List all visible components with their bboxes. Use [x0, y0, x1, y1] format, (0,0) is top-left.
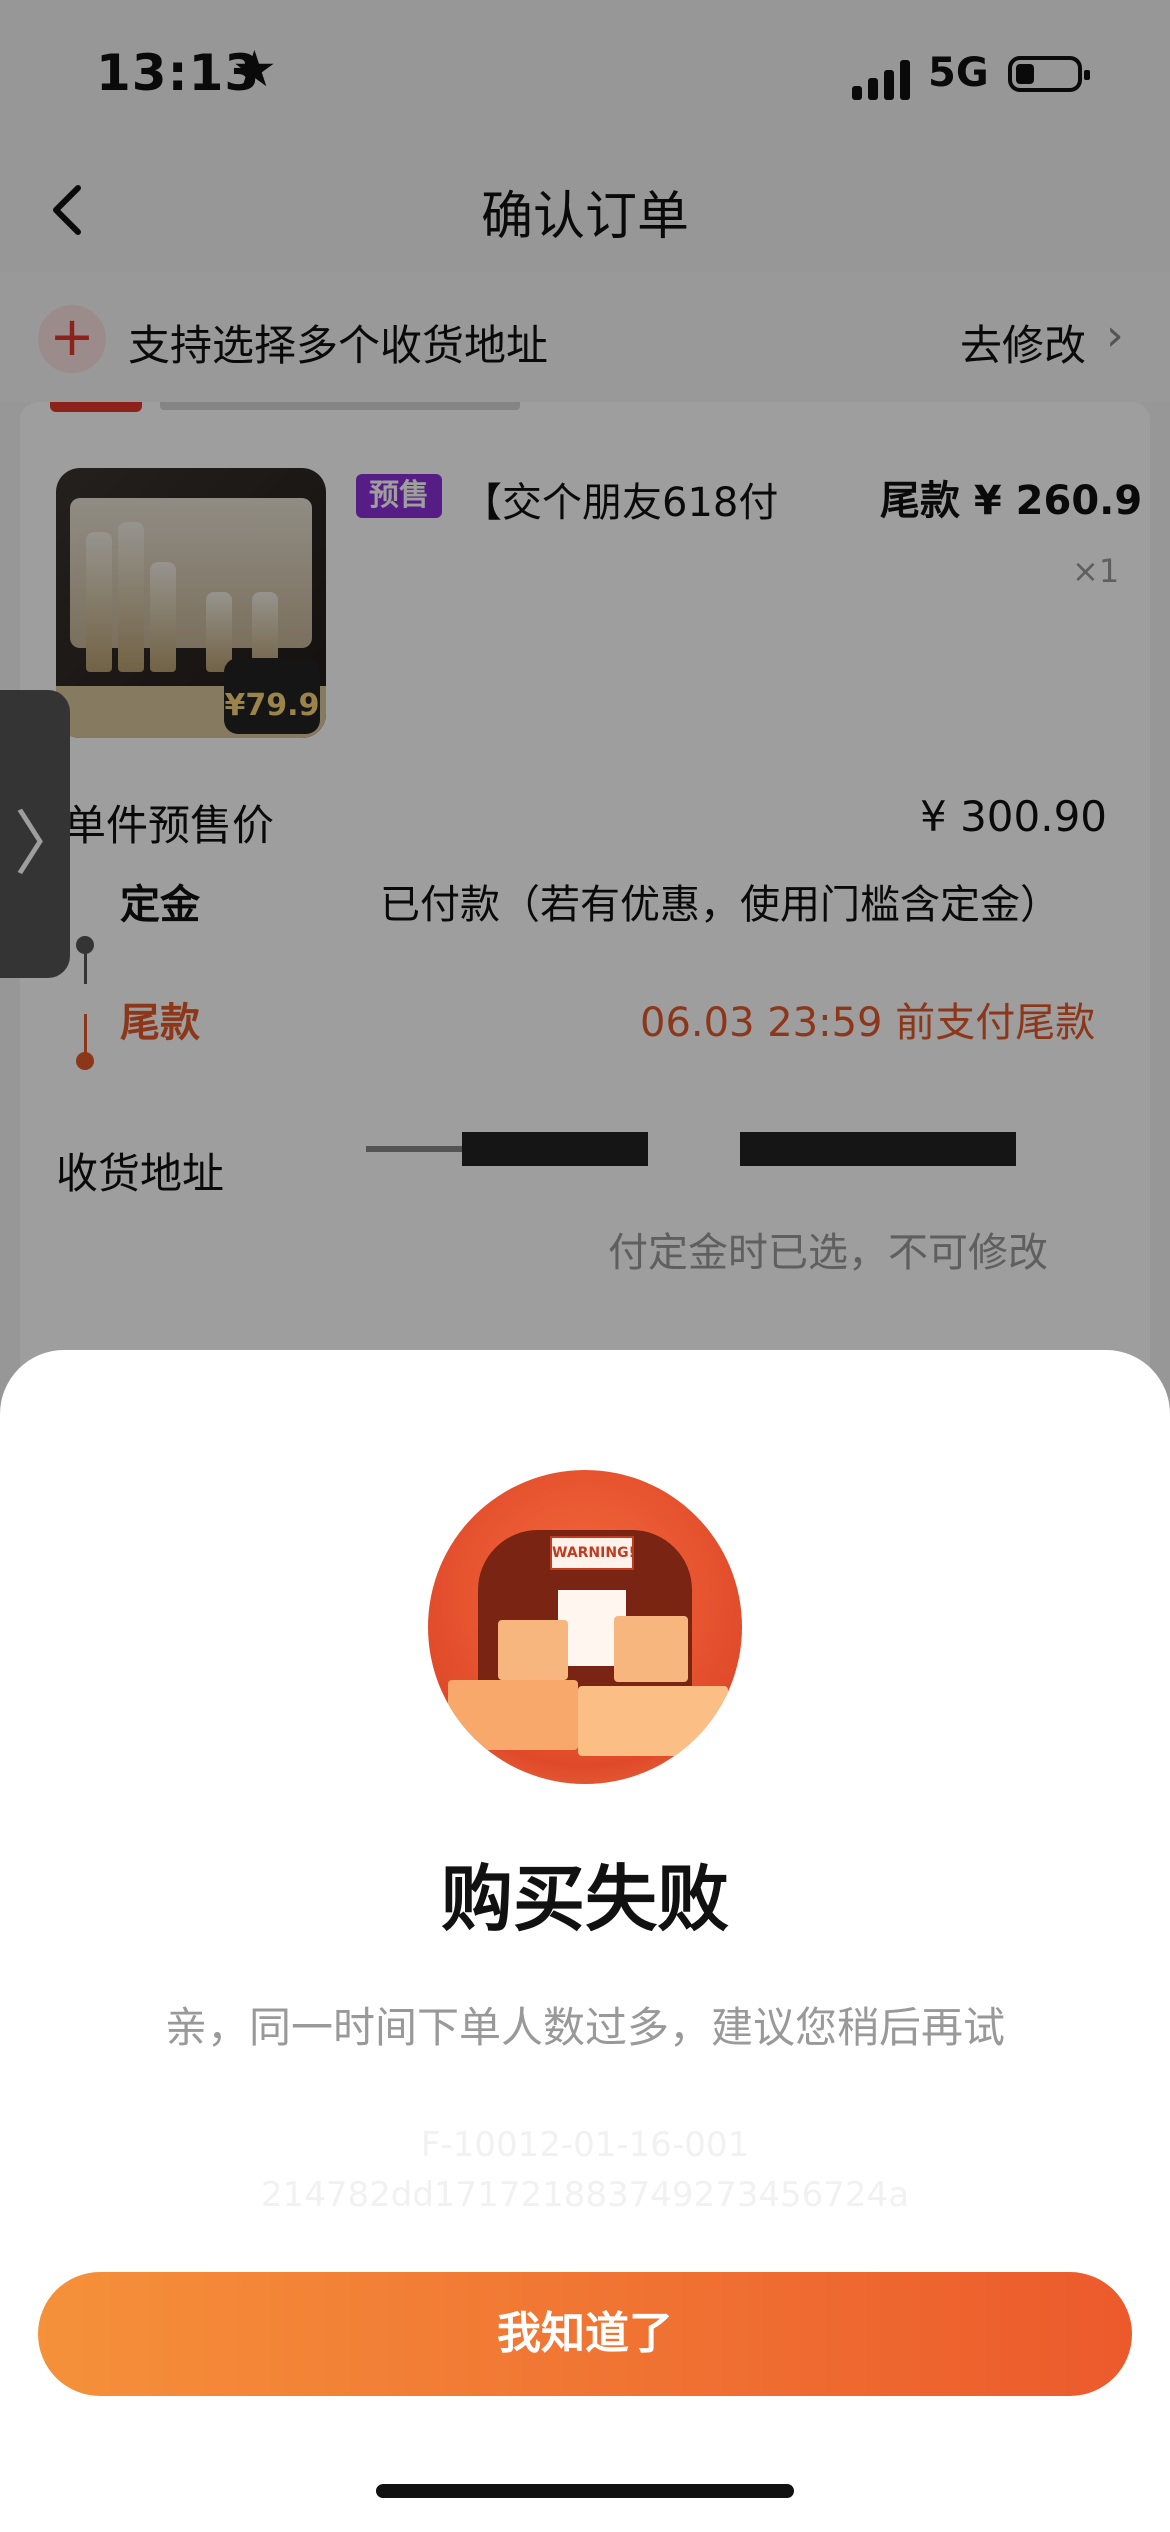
warning-truck-illustration: WARNING!	[428, 1470, 742, 1784]
acknowledge-button[interactable]: 我知道了	[38, 2272, 1132, 2396]
error-code-line1: F-10012-01-16-001	[420, 2125, 750, 2165]
warning-label: WARNING!	[550, 1536, 635, 1570]
dialog-title: 购买失败	[440, 1857, 729, 1941]
home-indicator[interactable]	[376, 2484, 794, 2498]
error-code: F-10012-01-16-001 214782dd17172188374927…	[0, 2120, 1170, 2220]
purchase-failed-sheet: WARNING! 购买失败 亲，同一时间下单人数过多，建议您稍后再试 F-100…	[0, 1350, 1170, 2532]
dialog-message: 亲，同一时间下单人数过多，建议您稍后再试	[164, 2003, 1005, 2052]
error-code-line2: 214782dd171721883749273456724a	[260, 2175, 910, 2215]
